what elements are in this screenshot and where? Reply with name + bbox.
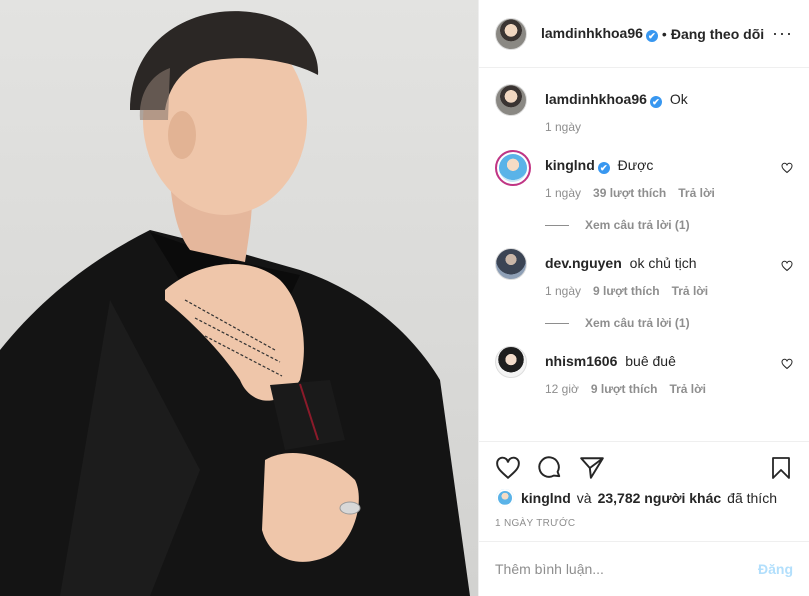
more-options-icon[interactable]: ··· (772, 23, 793, 44)
comment-likes[interactable]: 9 lượt thích (591, 382, 658, 396)
comment-item: lamdinhkhoa96 ✔ Ok 1 ngày (495, 84, 793, 134)
add-comment-bar: Đăng (479, 541, 809, 596)
comment-item: nhism1606 buê đuê 12 giờ 9 lượt thích Tr… (495, 346, 793, 396)
follow-status-button[interactable]: Đang theo dõi (671, 26, 764, 42)
reply-button[interactable]: Trả lời (678, 186, 715, 200)
comment-likes[interactable]: 9 lượt thích (593, 284, 660, 298)
commenter-avatar[interactable] (495, 150, 531, 186)
post-header: lamdinhkhoa96 ✔ • Đang theo dõi ··· (479, 0, 809, 68)
post-photo[interactable] (0, 0, 478, 596)
likes-summary: kinglnd và 23,782 người khác đã thích (479, 488, 809, 508)
heart-icon[interactable] (495, 455, 521, 481)
commenter-username[interactable]: dev.nguyen (545, 255, 622, 271)
replies-divider (545, 322, 569, 324)
comment-bubble-icon[interactable] (537, 455, 563, 481)
add-comment-input[interactable] (495, 561, 758, 577)
likes-conjunction: và (576, 490, 592, 506)
comment-like-heart-icon[interactable] (781, 358, 793, 370)
view-replies-label: Xem câu trả lời (1) (585, 316, 690, 330)
verified-badge-icon: ✔ (649, 96, 662, 108)
comment-time[interactable]: 12 giờ (545, 382, 579, 396)
author-avatar[interactable] (495, 17, 527, 50)
reply-button[interactable]: Trả lời (669, 382, 706, 396)
commenter-avatar[interactable] (495, 346, 527, 378)
post-actions-bar (479, 442, 809, 494)
comment-item: dev.nguyen ok chủ tịch 1 ngày 9 lượt thí… (495, 248, 793, 330)
post-comment-button[interactable]: Đăng (758, 561, 793, 577)
verified-badge-icon: ✔ (597, 162, 610, 174)
bookmark-icon[interactable] (769, 455, 793, 481)
comment-text: Ok (669, 91, 688, 107)
commenter-avatar[interactable] (495, 84, 527, 116)
comment-time[interactable]: 1 ngày (545, 186, 581, 200)
view-replies-label: Xem câu trả lời (1) (585, 218, 690, 232)
commenter-username[interactable]: lamdinhkhoa96 (545, 91, 647, 107)
post-date[interactable]: 1 NGÀY TRƯỚC (479, 508, 809, 542)
liker-avatar[interactable] (495, 488, 515, 508)
comment-likes[interactable]: 39 lượt thích (593, 186, 666, 200)
view-replies-button[interactable]: Xem câu trả lời (1) (545, 316, 793, 330)
separator-dot: • (661, 25, 667, 42)
verified-badge-icon: ✔ (645, 30, 658, 42)
likes-others-count[interactable]: 23,782 người khác (598, 490, 722, 506)
liker-username[interactable]: kinglnd (521, 490, 571, 506)
post-side-panel: lamdinhkhoa96 ✔ • Đang theo dõi ··· lamdi… (478, 0, 809, 596)
comment-like-heart-icon[interactable] (781, 260, 793, 272)
author-username-text[interactable]: lamdinhkhoa96 (541, 25, 643, 41)
comment-text: Được (617, 157, 654, 173)
comment-like-heart-icon[interactable] (781, 162, 793, 174)
commenter-username[interactable]: nhism1606 (545, 353, 617, 369)
comments-list[interactable]: lamdinhkhoa96 ✔ Ok 1 ngày kinglnd ✔ Được 1… (479, 68, 809, 442)
comment-text: buê đuê (625, 353, 676, 369)
comment-time[interactable]: 1 ngày (545, 284, 581, 298)
reply-button[interactable]: Trả lời (672, 284, 709, 298)
view-replies-button[interactable]: Xem câu trả lời (1) (545, 218, 793, 232)
comment-text: ok chủ tịch (629, 255, 697, 271)
commenter-avatar[interactable] (495, 248, 527, 280)
comment-time[interactable]: 1 ngày (545, 120, 581, 134)
commenter-username[interactable]: kinglnd (545, 157, 595, 173)
replies-divider (545, 224, 569, 226)
likes-suffix: đã thích (727, 490, 777, 506)
author-username[interactable]: lamdinhkhoa96 ✔ (541, 25, 658, 42)
paper-plane-icon[interactable] (579, 455, 605, 481)
post-photo-illustration (0, 11, 470, 596)
comment-item: kinglnd ✔ Được 1 ngày 39 lượt thích Trả l… (495, 150, 793, 232)
